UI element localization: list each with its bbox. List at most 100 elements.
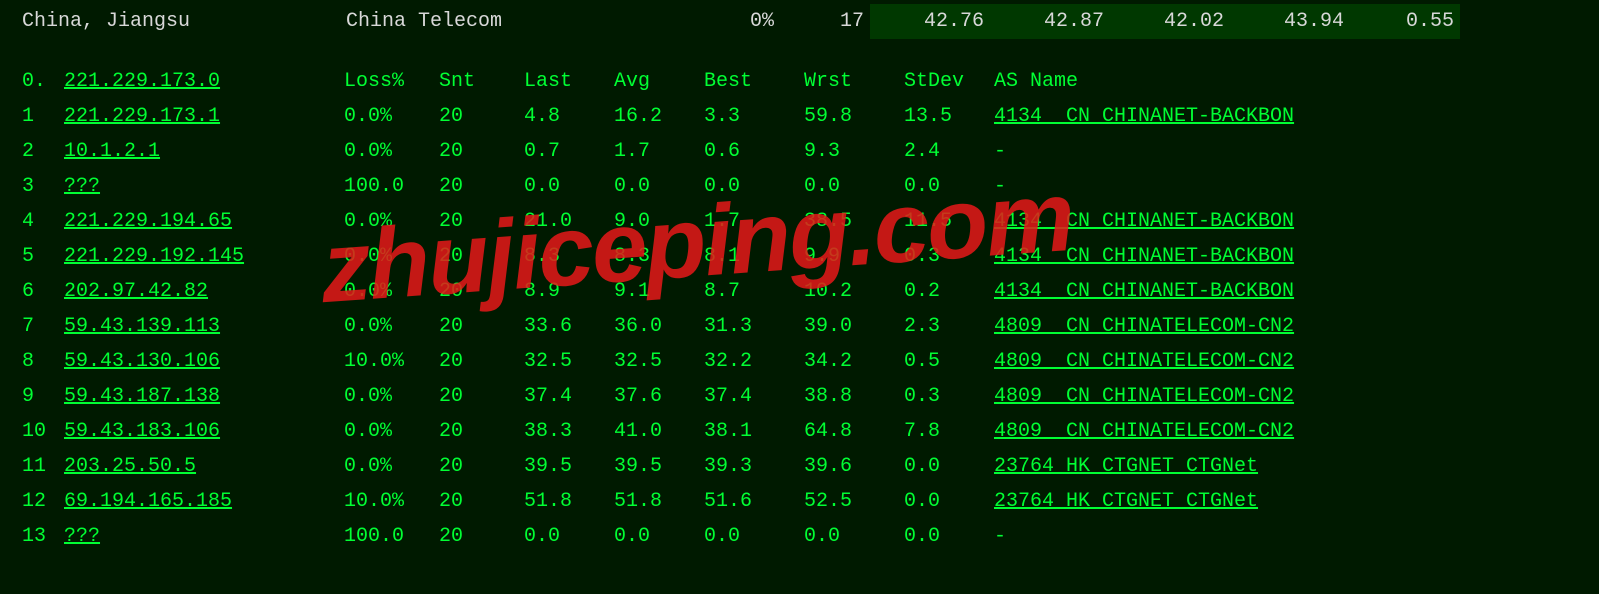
asname-value: 4809 CN CHINATELECOM-CN2 [994, 315, 1294, 338]
snt-cell: 20 [433, 169, 518, 204]
snt-cell: 20 [433, 99, 518, 134]
wrst-cell: 38.5 [798, 204, 898, 239]
best-cell: 38.1 [698, 414, 798, 449]
snt-cell: 20 [433, 379, 518, 414]
loss-cell: 0% [640, 4, 780, 39]
host-cell: 10.1.2.1 [58, 134, 338, 169]
hop-row: 6202.97.42.820.0%208.99.18.710.20.24134 … [0, 274, 1599, 309]
asname-value: 4134 CN CHINANET-BACKBON [994, 210, 1294, 233]
asname-cell: 4809 CN CHINATELECOM-CN2 [988, 379, 1599, 414]
avg-cell: 37.6 [608, 379, 698, 414]
loss-cell: 100.0 [338, 169, 433, 204]
isp-cell: China Telecom [340, 4, 640, 39]
hop-rows: 1221.229.173.10.0%204.816.23.359.813.541… [0, 99, 1599, 554]
loss-cell: 100.0 [338, 519, 433, 554]
best-cell: 37.4 [698, 379, 798, 414]
avg-cell: 0.0 [608, 169, 698, 204]
best-cell: 8.7 [698, 274, 798, 309]
loss-cell: 0.0% [338, 99, 433, 134]
idx-cell: 11 [0, 449, 58, 484]
asname-cell: 4809 CN CHINATELECOM-CN2 [988, 344, 1599, 379]
hdr-host: 221.229.173.0 [58, 64, 338, 99]
idx-cell: 7 [0, 309, 58, 344]
stdev-cell: 0.0 [898, 449, 988, 484]
loss-cell: 10.0% [338, 344, 433, 379]
loss-cell: 0.0% [338, 449, 433, 484]
hop-row: 5221.229.192.1450.0%208.38.38.19.90.3413… [0, 239, 1599, 274]
host-cell: 202.97.42.82 [58, 274, 338, 309]
hop-row: 13???100.0200.00.00.00.00.0- [0, 519, 1599, 554]
loss-cell: 0.0% [338, 309, 433, 344]
wrst-cell: 43.94 [1230, 4, 1350, 39]
host-value: 59.43.183.106 [64, 420, 220, 443]
best-cell: 51.6 [698, 484, 798, 519]
idx-cell: 6 [0, 274, 58, 309]
host-value: 59.43.187.138 [64, 385, 220, 408]
host-cell: ??? [58, 169, 338, 204]
host-cell: 221.229.192.145 [58, 239, 338, 274]
hop-row: 3???100.0200.00.00.00.00.0- [0, 169, 1599, 204]
loss-cell: 0.0% [338, 379, 433, 414]
avg-cell: 9.0 [608, 204, 698, 239]
wrst-cell: 39.0 [798, 309, 898, 344]
loss-cell: 0.0% [338, 414, 433, 449]
stdev-cell: 2.3 [898, 309, 988, 344]
idx-cell: 1 [0, 99, 58, 134]
last-cell: 51.8 [518, 484, 608, 519]
idx-cell: 4 [0, 204, 58, 239]
best-cell: 8.1 [698, 239, 798, 274]
hop-row: 1059.43.183.1060.0%2038.341.038.164.87.8… [0, 414, 1599, 449]
stdev-cell: 0.3 [898, 239, 988, 274]
host-value: 221.229.194.65 [64, 210, 232, 233]
hdr-last: Last [518, 64, 608, 99]
last-cell: 0.7 [518, 134, 608, 169]
host-value: 10.1.2.1 [64, 140, 160, 163]
idx-cell: 8 [0, 344, 58, 379]
wrst-cell: 9.3 [798, 134, 898, 169]
avg-cell: 0.0 [608, 519, 698, 554]
host-cell: ??? [58, 519, 338, 554]
asname-cell: - [988, 134, 1599, 169]
mtr-output: China, Jiangsu China Telecom 0% 17 42.76… [0, 0, 1599, 554]
hop-row: 4221.229.194.650.0%2021.09.01.738.511.54… [0, 204, 1599, 239]
avg-cell: 41.0 [608, 414, 698, 449]
wrst-cell: 64.8 [798, 414, 898, 449]
stdev-cell: 0.3 [898, 379, 988, 414]
asname-value: 4809 CN CHINATELECOM-CN2 [994, 350, 1294, 373]
host-cell: 221.229.194.65 [58, 204, 338, 239]
avg-cell: 16.2 [608, 99, 698, 134]
asname-value: 4134 CN CHINANET-BACKBON [994, 245, 1294, 268]
asname-cell: 4134 CN CHINANET-BACKBON [988, 99, 1599, 134]
asname-cell: 4134 CN CHINANET-BACKBON [988, 239, 1599, 274]
idx-cell: 13 [0, 519, 58, 554]
asname-value: 23764 HK CTGNET CTGNet [994, 455, 1258, 478]
stdev-cell: 0.0 [898, 484, 988, 519]
asname-cell: - [988, 169, 1599, 204]
best-cell: 0.6 [698, 134, 798, 169]
asname-cell: 4809 CN CHINATELECOM-CN2 [988, 309, 1599, 344]
host-value: 202.97.42.82 [64, 280, 208, 303]
host-cell: 59.43.183.106 [58, 414, 338, 449]
best-cell: 3.3 [698, 99, 798, 134]
loss-cell: 0.0% [338, 274, 433, 309]
hdr-idx: 0. [0, 64, 58, 99]
snt-cell: 20 [433, 134, 518, 169]
host-value: 59.43.139.113 [64, 315, 220, 338]
idx-cell: 2 [0, 134, 58, 169]
hdr-wrst: Wrst [798, 64, 898, 99]
avg-cell: 39.5 [608, 449, 698, 484]
host-value: ??? [64, 175, 100, 198]
host-cell: 203.25.50.5 [58, 449, 338, 484]
host-value: 69.194.165.185 [64, 490, 232, 513]
loss-cell: 0.0% [338, 134, 433, 169]
avg-cell: 51.8 [608, 484, 698, 519]
asname-value: - [994, 140, 1006, 163]
hop-row: 859.43.130.10610.0%2032.532.532.234.20.5… [0, 344, 1599, 379]
asname-cell: 4134 CN CHINANET-BACKBON [988, 274, 1599, 309]
asname-cell: - [988, 519, 1599, 554]
avg-cell: 1.7 [608, 134, 698, 169]
last-cell: 0.0 [518, 169, 608, 204]
asname-cell: 4134 CN CHINANET-BACKBON [988, 204, 1599, 239]
avg-cell: 8.3 [608, 239, 698, 274]
snt-cell: 20 [433, 344, 518, 379]
